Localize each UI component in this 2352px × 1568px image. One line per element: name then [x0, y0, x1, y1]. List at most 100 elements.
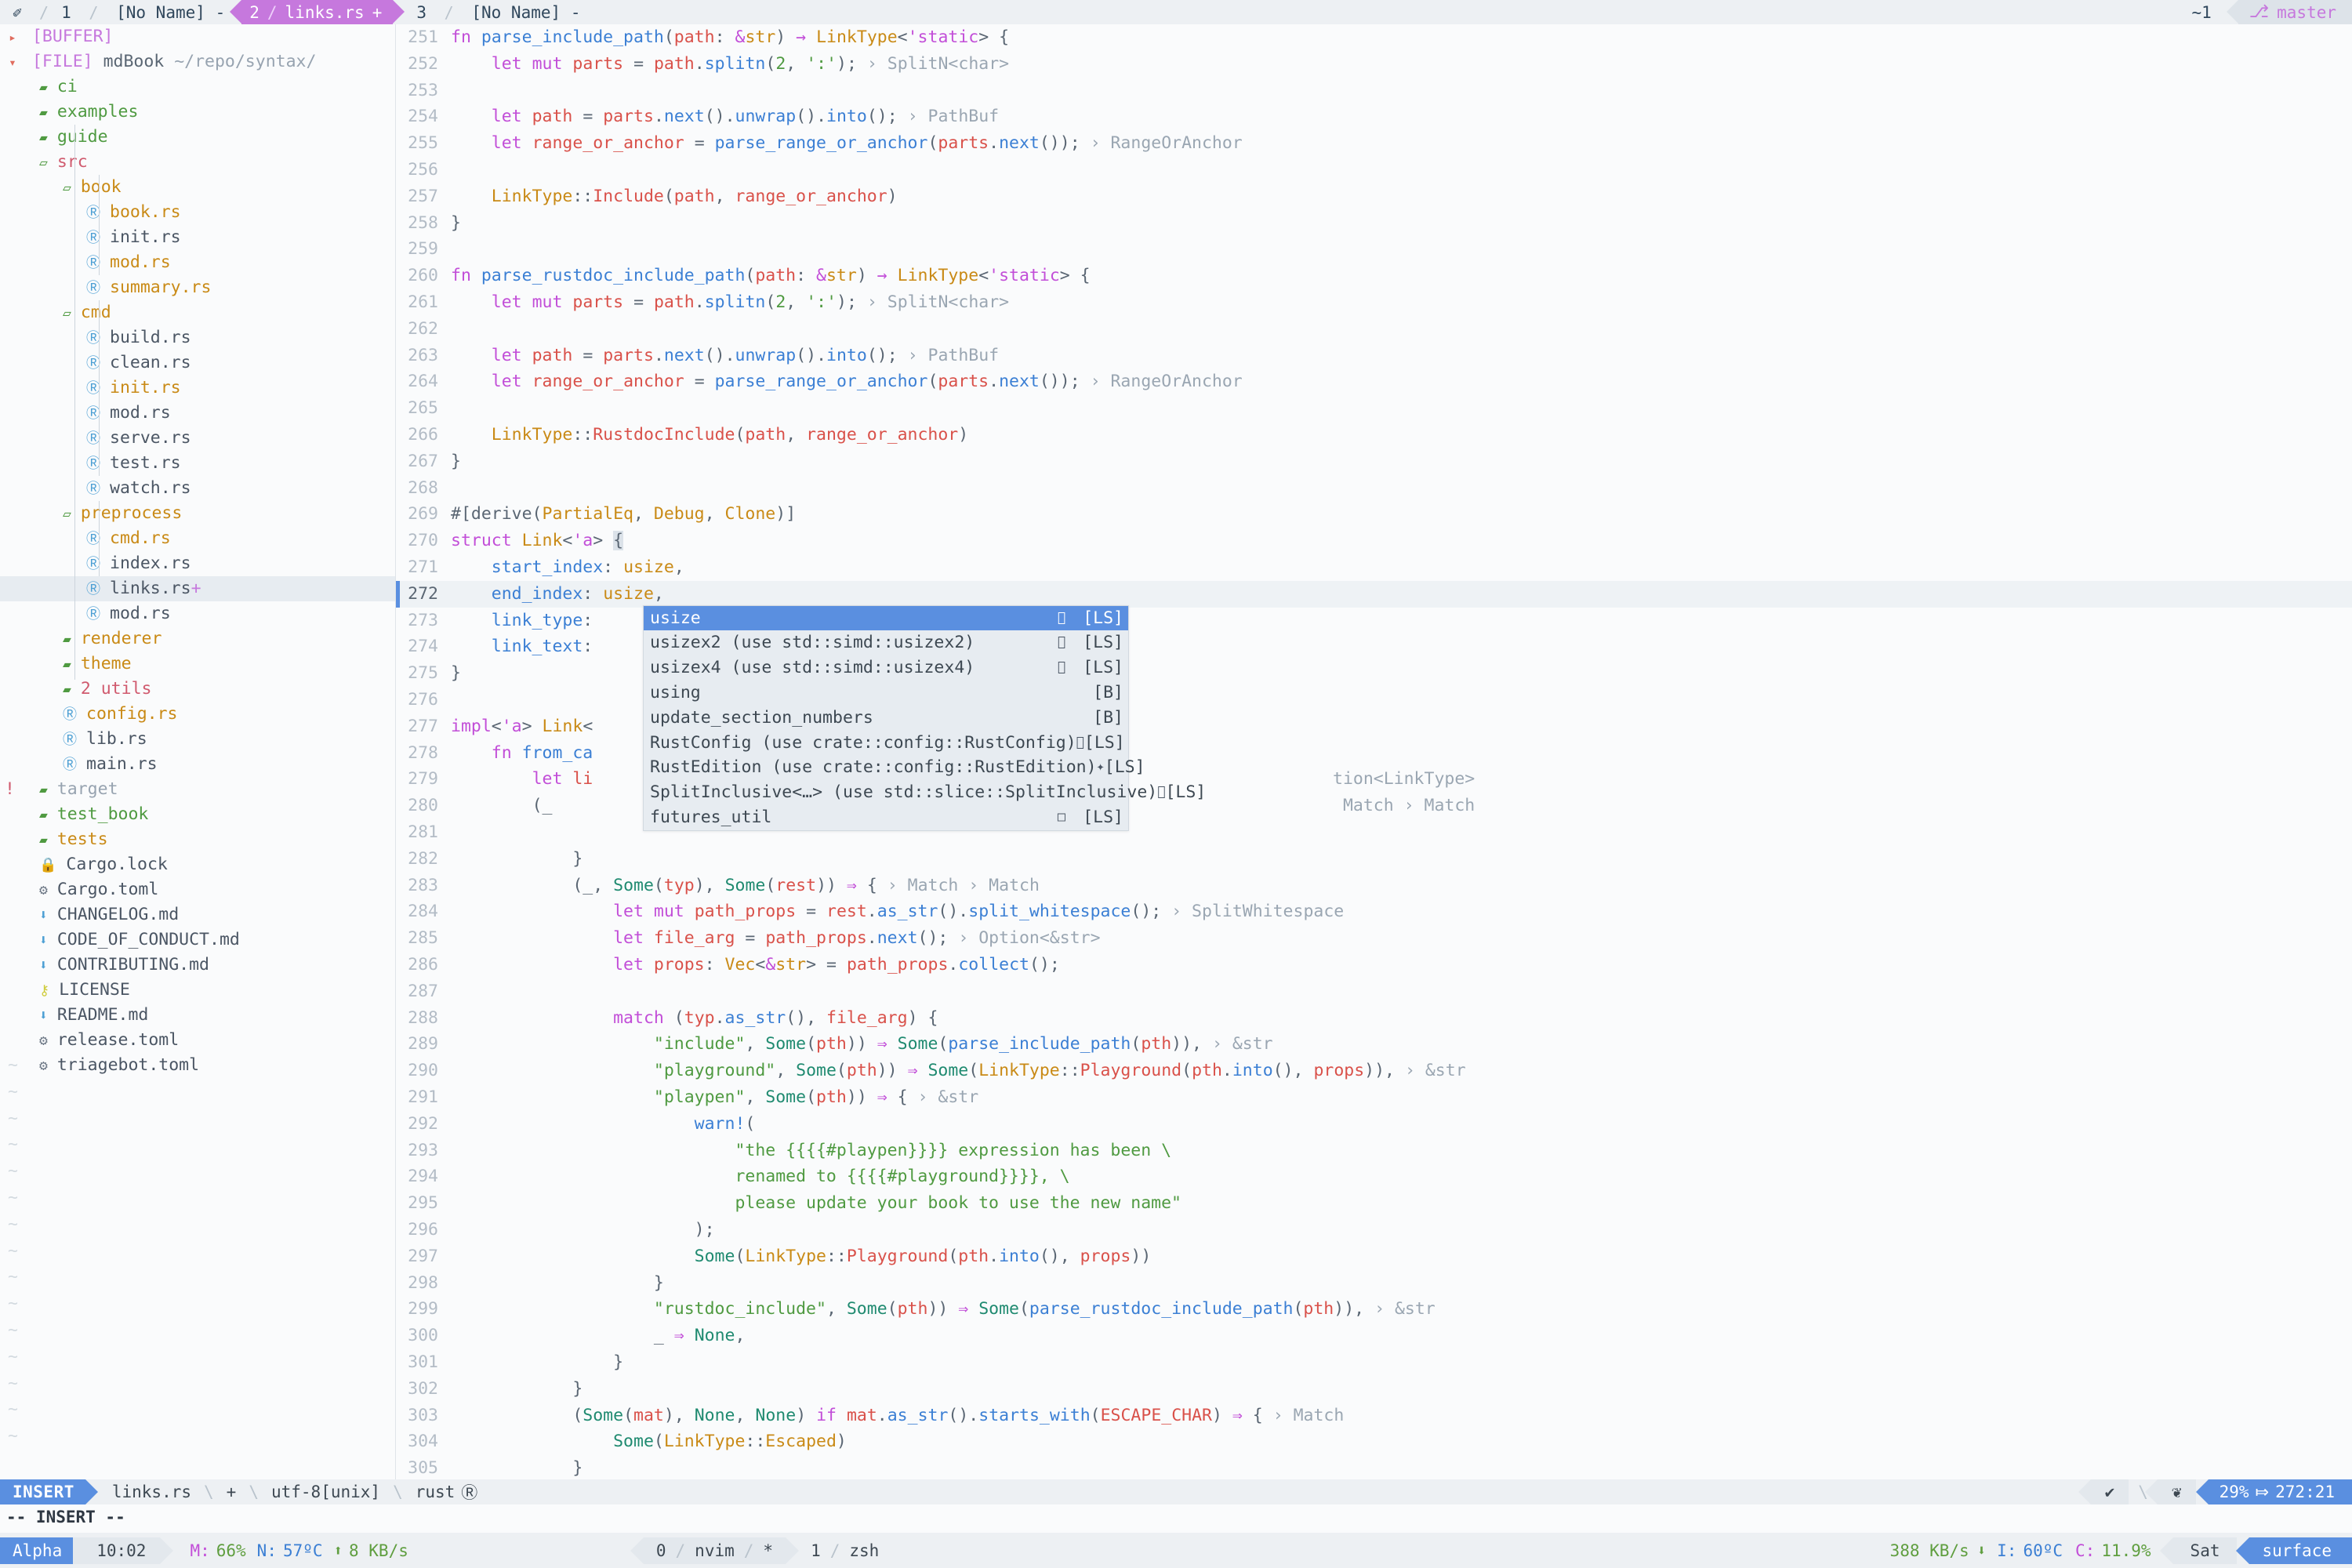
tree-item-license[interactable]: ⚷LICENSE [0, 978, 396, 1003]
code-line-261[interactable]: 261 let mut parts = path.splitn(2, ':');… [396, 289, 2352, 316]
code-line-264[interactable]: 264 let range_or_anchor = parse_range_or… [396, 368, 2352, 395]
tree-item-build-rs[interactable]: Ⓡbuild.rs [0, 325, 396, 350]
tree-item-links-rs[interactable]: Ⓡlinks.rs+ [0, 576, 396, 601]
code-line-300[interactable]: 300 _ ⇒ None, [396, 1323, 2352, 1349]
tree-item-renderer[interactable]: ▰renderer [0, 626, 396, 652]
code-line-304[interactable]: 304 Some(LinkType::Escaped) [396, 1428, 2352, 1455]
tree-item-readme-md[interactable]: ⬇README.md [0, 1003, 396, 1028]
code-line-299[interactable]: 299 "rustdoc_include", Some(pth)) ⇒ Some… [396, 1296, 2352, 1323]
completion-item-3[interactable]: using[B] [644, 681, 1128, 706]
code-line-292[interactable]: 292 warn!( [396, 1111, 2352, 1138]
completion-item-1[interactable]: usizex2 (use std::simd::usizex2)[LS] [644, 630, 1128, 655]
code-line-257[interactable]: 257 LinkType::Include(path, range_or_anc… [396, 183, 2352, 210]
code-line-272[interactable]: 272 end_index: usize, [396, 581, 2352, 608]
code-line-262[interactable]: 262 [396, 316, 2352, 343]
code-line-268[interactable]: 268 [396, 475, 2352, 502]
tree-item-mod-rs[interactable]: Ⓡmod.rs [0, 601, 396, 626]
completion-item-6[interactable]: RustEdition (use crate::config::RustEdit… [644, 755, 1128, 780]
tree-item-index-rs[interactable]: Ⓡindex.rs [0, 551, 396, 576]
code-line-294[interactable]: 294 renamed to {{{{#playground}}}}, \ [396, 1163, 2352, 1190]
tree-item-mod-rs[interactable]: Ⓡmod.rs [0, 250, 396, 275]
chevron-right-icon[interactable]: ▸ [3, 25, 22, 50]
code-line-253[interactable]: 253 [396, 78, 2352, 104]
tree-item-preprocess[interactable]: ▱preprocess [0, 501, 396, 526]
git-branch-indicator[interactable]: ⎇ master [2238, 0, 2352, 24]
tree-item-theme[interactable]: ▰theme [0, 652, 396, 677]
tree-item-init-rs[interactable]: Ⓡinit.rs [0, 225, 396, 250]
completion-item-8[interactable]: futures_util□[LS] [644, 805, 1128, 830]
code-line-251[interactable]: 251fn parse_include_path(path: &str) → L… [396, 24, 2352, 51]
tree-item-summary-rs[interactable]: Ⓡsummary.rs [0, 275, 396, 300]
tree-item-test-rs[interactable]: Ⓡtest.rs [0, 451, 396, 476]
tree-item-2-utils[interactable]: ▰2 utils [0, 677, 396, 702]
code-line-303[interactable]: 303 (Some(mat), None, None) if mat.as_st… [396, 1403, 2352, 1429]
tree-item-cargo-toml[interactable]: ⚙Cargo.toml [0, 877, 396, 902]
code-line-269[interactable]: 269#[derive(PartialEq, Debug, Clone)] [396, 501, 2352, 528]
tree-item-book-rs[interactable]: Ⓡbook.rs [0, 200, 396, 225]
diagnostics-ok-icon[interactable]: ✔ [2091, 1479, 2129, 1504]
code-line-252[interactable]: 252 let mut parts = path.splitn(2, ':');… [396, 51, 2352, 78]
tree-header-buffer[interactable]: ▸ [BUFFER] [0, 24, 396, 49]
tree-item-config-rs[interactable]: Ⓡconfig.rs [0, 702, 396, 727]
tree-item-target[interactable]: !▰target [0, 777, 396, 802]
code-line-296[interactable]: 296 ); [396, 1217, 2352, 1243]
tree-item-watch-rs[interactable]: Ⓡwatch.rs [0, 476, 396, 501]
tree-item-release-toml[interactable]: ⚙release.toml [0, 1028, 396, 1053]
code-line-298[interactable]: 298 } [396, 1270, 2352, 1297]
code-line-271[interactable]: 271 start_index: usize, [396, 554, 2352, 581]
tree-item-tests[interactable]: ▰tests [0, 827, 396, 852]
tree-item-examples[interactable]: ▰examples [0, 100, 396, 125]
code-line-256[interactable]: 256 [396, 157, 2352, 183]
tree-item-ci[interactable]: ▰ci [0, 74, 396, 100]
tree-item-init-rs[interactable]: Ⓡinit.rs [0, 376, 396, 401]
code-line-290[interactable]: 290 "playground", Some(pth)) ⇒ Some(Link… [396, 1058, 2352, 1084]
code-line-287[interactable]: 287 [396, 978, 2352, 1005]
tree-item-cmd-rs[interactable]: Ⓡcmd.rs [0, 526, 396, 551]
tab-1[interactable]: 1 / [No Name] - [56, 3, 230, 22]
code-line-302[interactable]: 302 } [396, 1376, 2352, 1403]
tree-item-guide[interactable]: ▰guide [0, 125, 396, 150]
tree-item-mod-rs[interactable]: Ⓡmod.rs [0, 401, 396, 426]
code-line-297[interactable]: 297 Some(LinkType::Playground(pth.into()… [396, 1243, 2352, 1270]
tree-item-serve-rs[interactable]: Ⓡserve.rs [0, 426, 396, 451]
code-line-284[interactable]: 284 let mut path_props = rest.as_str().s… [396, 898, 2352, 925]
code-line-285[interactable]: 285 let file_arg = path_props.next(); › … [396, 925, 2352, 952]
tab-2-active[interactable]: 2 / links.rs + [241, 0, 393, 24]
completion-item-5[interactable]: RustConfig (use crate::config::RustConfi… [644, 731, 1128, 756]
code-line-283[interactable]: 283 (_, Some(typ), Some(rest)) ⇒ { › Mat… [396, 873, 2352, 899]
code-line-255[interactable]: 255 let range_or_anchor = parse_range_or… [396, 130, 2352, 157]
tree-item-clean-rs[interactable]: Ⓡclean.rs [0, 350, 396, 376]
code-line-286[interactable]: 286 let props: Vec<&str> = path_props.co… [396, 952, 2352, 978]
code-line-282[interactable]: 282 } [396, 846, 2352, 873]
command-line[interactable]: -- INSERT -- [0, 1504, 2352, 1530]
completion-popup[interactable]: usize[LS]usizex2 (use std::simd::usizex… [643, 605, 1129, 831]
tree-item-src[interactable]: ▱src [0, 150, 396, 175]
tree-item-triagebot-toml[interactable]: ⚙triagebot.toml [0, 1053, 396, 1078]
tree-item-cargo-lock[interactable]: 🔒Cargo.lock [0, 852, 396, 877]
code-editor[interactable]: 251fn parse_include_path(path: &str) → L… [396, 24, 2352, 1479]
tree-item-code-of-conduct-md[interactable]: ⬇CODE_OF_CONDUCT.md [0, 927, 396, 953]
tree-item-test-book[interactable]: ▰test_book [0, 802, 396, 827]
code-line-288[interactable]: 288 match (typ.as_str(), file_arg) { [396, 1005, 2352, 1032]
completion-item-0[interactable]: usize[LS] [644, 606, 1128, 631]
code-line-265[interactable]: 265 [396, 395, 2352, 422]
code-line-293[interactable]: 293 "the {{{{#playpen}}}} expression has… [396, 1138, 2352, 1164]
code-line-267[interactable]: 267} [396, 448, 2352, 475]
file-explorer-sidebar[interactable]: ▸ [BUFFER] ▾ [FILE] mdBook ~/repo/syntax… [0, 24, 396, 1479]
completion-item-4[interactable]: update_section_numbers[B] [644, 706, 1128, 731]
completion-item-7[interactable]: SplitInclusive<…> (use std::slice::Split… [644, 780, 1128, 805]
tree-item-lib-rs[interactable]: Ⓡlib.rs [0, 727, 396, 752]
code-line-263[interactable]: 263 let path = parts.next().unwrap().int… [396, 343, 2352, 369]
code-line-291[interactable]: 291 "playpen", Some(pth)) ⇒ { › &str [396, 1084, 2352, 1111]
code-line-270[interactable]: 270struct Link<'a> { [396, 528, 2352, 554]
code-line-266[interactable]: 266 LinkType::RustdocInclude(path, range… [396, 422, 2352, 448]
code-line-259[interactable]: 259 [396, 236, 2352, 263]
tree-item-cmd[interactable]: ▱cmd [0, 300, 396, 325]
code-line-301[interactable]: 301 } [396, 1349, 2352, 1376]
tree-item-changelog-md[interactable]: ⬇CHANGELOG.md [0, 902, 396, 927]
code-line-289[interactable]: 289 "include", Some(pth)) ⇒ Some(parse_i… [396, 1031, 2352, 1058]
tmux-window-1[interactable]: 1 / zsh [786, 1537, 891, 1564]
chevron-down-icon[interactable]: ▾ [3, 50, 22, 75]
statusline-filename[interactable]: links.rs [109, 1483, 194, 1501]
code-line-305[interactable]: 305 } [396, 1455, 2352, 1479]
